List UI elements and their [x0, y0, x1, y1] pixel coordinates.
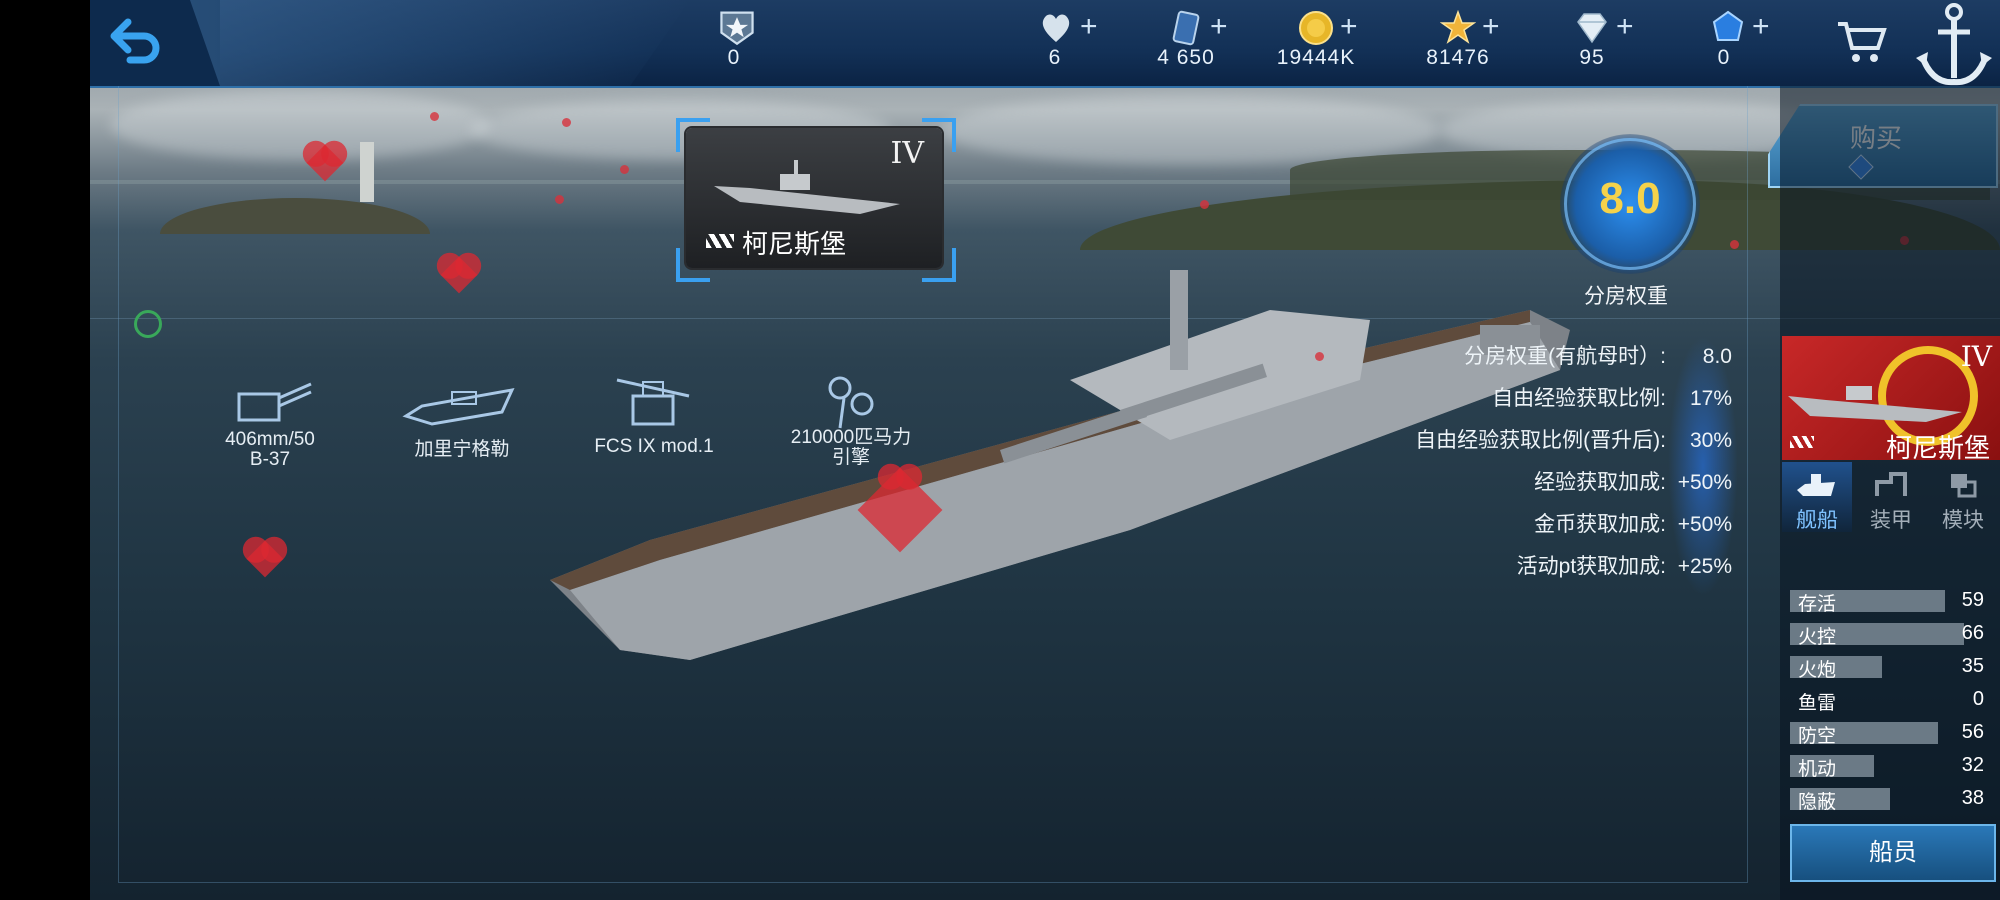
attribute-label: 防空	[1798, 726, 1837, 747]
tab-label: 模块	[1942, 509, 1984, 532]
attribute-label: 隐蔽	[1798, 792, 1837, 813]
attribute-label: 火控	[1798, 627, 1837, 648]
resource-stars[interactable]: + 81476	[1398, 4, 1528, 84]
attribute-row: 隐蔽 38	[1790, 784, 1990, 814]
portrait-tier: IV	[1960, 340, 1992, 373]
ship-portrait-image	[1788, 386, 1962, 422]
crew-label: 船员	[1869, 839, 1917, 866]
resource-value: 81476	[1426, 46, 1490, 69]
tab-armor[interactable]: 装甲	[1856, 462, 1926, 532]
back-arrow-icon	[110, 18, 160, 64]
ship-portrait[interactable]: IV 柯尼斯堡	[1782, 336, 2000, 460]
plus-icon[interactable]: +	[1752, 12, 1770, 42]
resource-value: 4 650	[1157, 46, 1215, 69]
attribute-label: 机动	[1798, 759, 1837, 780]
resource-hearts[interactable]: + 6	[996, 4, 1126, 84]
resource-value: 0	[727, 46, 741, 69]
attribute-value: 66	[1961, 622, 1984, 644]
resource-value: 6	[1048, 46, 1062, 69]
attribute-row: 火控 66	[1790, 619, 1990, 649]
port-anchor-button[interactable]	[1910, 0, 1998, 90]
attribute-row: 鱼雷 0	[1790, 685, 1990, 715]
resource-value: 0	[1717, 46, 1731, 69]
attribute-row: 防空 56	[1790, 718, 1990, 748]
star-icon	[1440, 10, 1476, 44]
diamond-icon	[1577, 13, 1607, 44]
attribute-value: 35	[1961, 655, 1984, 677]
shopping-cart-icon	[1838, 22, 1887, 62]
portrait-ship-name: 柯尼斯堡	[1886, 433, 1991, 460]
attribute-value: 38	[1961, 787, 1984, 809]
resource-cards[interactable]: + 4 650	[1126, 4, 1256, 84]
tab-label: 装甲	[1870, 509, 1912, 532]
tab-module[interactable]: 模块	[1928, 462, 1998, 532]
resource-crystals[interactable]: + 0	[1668, 4, 1798, 84]
resource-value: 95	[1579, 46, 1605, 69]
shop-button[interactable]	[1834, 16, 1890, 66]
anchor-icon	[1916, 3, 1992, 86]
ship-tab-icon	[1797, 474, 1835, 496]
plus-icon[interactable]: +	[1210, 12, 1228, 42]
attribute-row: 机动 32	[1790, 751, 1990, 781]
ship-class-icon	[1790, 436, 1814, 448]
resource-diamonds[interactable]: + 95	[1532, 4, 1662, 84]
back-button[interactable]	[104, 14, 164, 68]
resource-value: 19444K	[1276, 46, 1356, 69]
plus-icon[interactable]: +	[1340, 12, 1358, 42]
attribute-value: 56	[1961, 721, 1984, 743]
attribute-row: 火炮 35	[1790, 652, 1990, 682]
attribute-label: 存活	[1798, 594, 1837, 615]
gold-coin-icon	[1299, 11, 1333, 45]
tab-label: 舰船	[1796, 509, 1838, 532]
tab-ship[interactable]: 舰船	[1782, 462, 1852, 532]
plus-icon[interactable]: +	[1616, 12, 1634, 42]
crew-button[interactable]: 船员	[1790, 824, 1996, 882]
scene-frame	[118, 86, 1748, 883]
plus-icon[interactable]: +	[1080, 12, 1098, 42]
attribute-value: 32	[1961, 754, 1984, 776]
attribute-label: 火炮	[1798, 660, 1837, 681]
attribute-value: 59	[1961, 589, 1984, 611]
resource-gold[interactable]: + 19444K	[1256, 4, 1386, 84]
card-icon	[1172, 10, 1200, 46]
resource-rank[interactable]: 0	[676, 4, 806, 84]
attribute-label: 鱼雷	[1798, 693, 1837, 714]
armor-tab-icon	[1875, 472, 1907, 496]
attribute-row: 存活 59	[1790, 586, 1990, 616]
blue-crystal-icon	[1712, 10, 1744, 41]
module-tab-icon	[1951, 474, 1977, 498]
rank-star-badge-icon	[720, 11, 754, 46]
heart-icon	[1042, 14, 1070, 42]
topbar-decoration	[190, 0, 690, 86]
plus-icon[interactable]: +	[1482, 12, 1500, 42]
attribute-value: 0	[1972, 688, 1984, 710]
